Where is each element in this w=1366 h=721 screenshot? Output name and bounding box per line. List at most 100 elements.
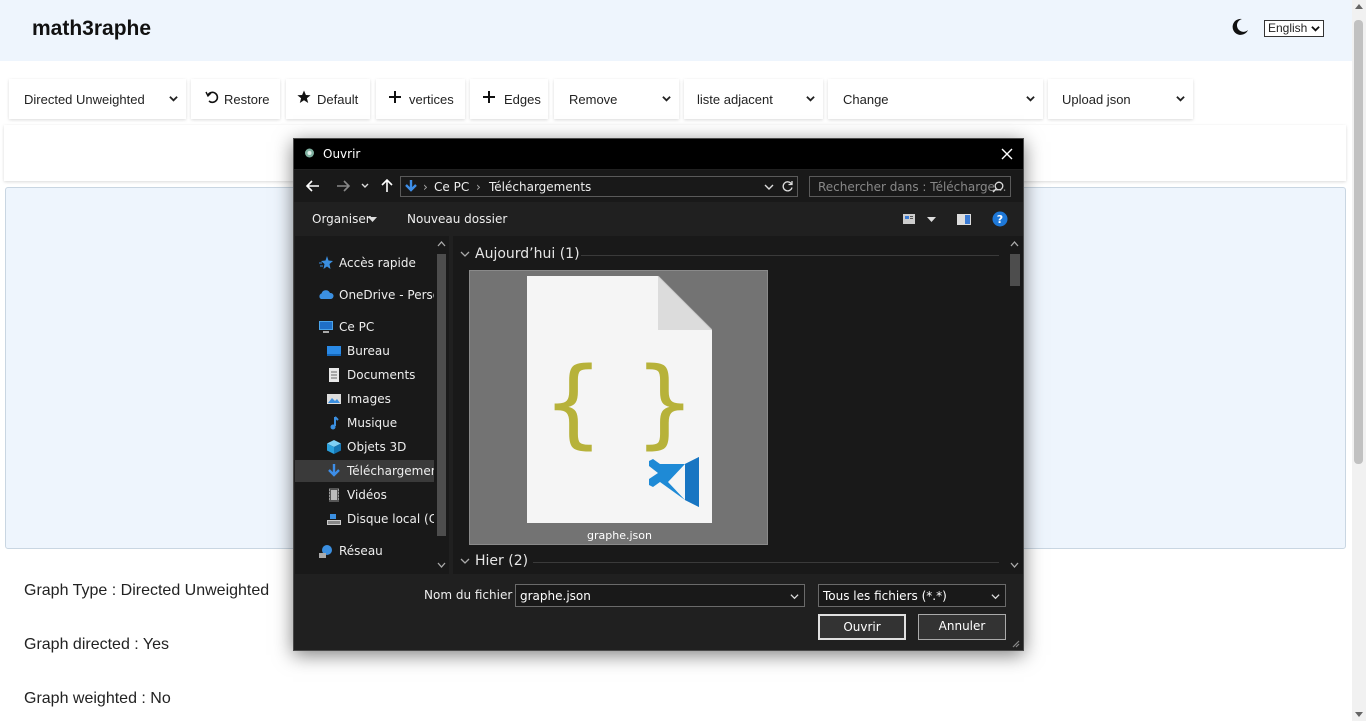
navigation-pane-scrollbar-thumb[interactable] (437, 254, 446, 536)
restore-label: Restore (224, 92, 270, 107)
page-scrollbar[interactable] (1352, 0, 1366, 721)
scroll-up-arrow-icon[interactable] (437, 240, 446, 247)
add-edges-button[interactable]: Edges (470, 79, 548, 119)
close-icon[interactable] (999, 146, 1015, 162)
nav-item-label: Ce PC (339, 320, 375, 334)
adjacency-label: liste adjacent (697, 92, 773, 107)
chevron-down-icon (169, 96, 178, 102)
forward-arrow-icon[interactable] (335, 179, 351, 193)
group-header-yesterday[interactable]: Hier (2) (475, 553, 528, 569)
view-options-icon[interactable] (902, 213, 916, 225)
graph-weighted-info: Graph weighted : No (24, 690, 171, 707)
back-arrow-icon[interactable] (305, 179, 321, 193)
chevron-down-icon (662, 96, 671, 102)
new-folder-button[interactable]: Nouveau dossier (407, 212, 507, 226)
file-list-scrollbar[interactable] (1006, 236, 1023, 574)
plus-icon (483, 91, 495, 103)
chevron-down-icon (1026, 96, 1035, 102)
chevron-down-icon (1176, 96, 1185, 102)
refresh-icon[interactable] (781, 180, 794, 193)
change-select[interactable]: Change (828, 79, 1043, 119)
search-icon (992, 181, 1004, 193)
search-placeholder: Rechercher dans : Télécharge... (818, 180, 1007, 194)
help-icon[interactable]: ? (992, 211, 1008, 227)
vertices-label: vertices (409, 92, 454, 107)
address-bar[interactable]: › Ce PC › Téléchargements (400, 176, 798, 197)
filename-label: Nom du fichier : (424, 588, 521, 602)
nav-item-label: Documents (347, 368, 416, 382)
desktop-icon (327, 346, 341, 356)
computer-icon (319, 321, 333, 333)
collapse-chevron-icon[interactable] (460, 557, 470, 565)
cube-icon (327, 440, 341, 454)
scroll-down-arrow-icon[interactable] (1355, 712, 1363, 717)
nav-item-downloads[interactable]: Téléchargements (295, 460, 434, 482)
add-vertices-button[interactable]: vertices (376, 79, 465, 119)
group-divider (533, 562, 999, 563)
caret-down-icon[interactable] (927, 217, 936, 223)
plus-icon (389, 91, 401, 103)
file-tile[interactable]: { } graphe.json (469, 270, 768, 545)
breadcrumb-separator: › (423, 180, 428, 194)
undo-icon (205, 91, 219, 104)
open-button[interactable]: Ouvrir (818, 614, 906, 640)
video-icon (329, 488, 339, 502)
search-input[interactable]: Rechercher dans : Télécharge... (809, 176, 1011, 197)
adjacency-select[interactable]: liste adjacent (684, 79, 823, 119)
chevron-down-icon[interactable] (764, 183, 774, 191)
language-select[interactable]: English (1264, 20, 1324, 37)
cancel-button[interactable]: Annuler (918, 614, 1006, 640)
scroll-up-arrow-icon[interactable] (1010, 240, 1019, 247)
filename-input-value: graphe.json (520, 589, 591, 603)
group-divider (581, 255, 999, 256)
app-icon (305, 148, 314, 158)
nav-item-label: Vidéos (347, 488, 387, 502)
nav-item-label: OneDrive - Person (339, 288, 448, 302)
scroll-up-arrow-icon[interactable] (1355, 4, 1363, 9)
chevron-down-icon (1311, 26, 1320, 32)
default-button[interactable]: Default (286, 79, 370, 119)
chevron-down-icon (991, 594, 1000, 600)
chevron-down-icon[interactable] (790, 592, 799, 601)
recent-locations-chevron-icon[interactable] (360, 179, 370, 193)
up-arrow-icon[interactable] (379, 179, 395, 193)
app-header: math3raphe English (0, 0, 1352, 61)
scroll-down-arrow-icon[interactable] (437, 562, 446, 569)
svg-text:{ }: { } (543, 347, 696, 459)
restore-button[interactable]: Restore (191, 79, 280, 119)
file-list-scrollbar-thumb[interactable] (1010, 254, 1020, 286)
breadcrumb-ce-pc[interactable]: Ce PC (434, 180, 469, 194)
remove-label: Remove (569, 92, 618, 107)
navigation-pane-scrollbar[interactable] (434, 236, 449, 574)
resize-grip-icon[interactable] (1011, 639, 1020, 648)
nav-item-label: Réseau (339, 544, 383, 558)
file-name: graphe.json (587, 529, 652, 542)
navigation-pane: Accès rapide OneDrive - Person Ce PC Bur… (295, 236, 449, 574)
scroll-down-arrow-icon[interactable] (1010, 562, 1019, 569)
preview-pane-icon[interactable] (956, 213, 972, 226)
dialog-footer: Nom du fichier : graphe.json Tous les fi… (294, 575, 1023, 650)
group-header-today[interactable]: Aujourd’hui (1) (475, 246, 580, 262)
nav-item-label: Objets 3D (347, 440, 407, 454)
graph-type-select[interactable]: Directed Unweighted (9, 79, 186, 119)
document-icon (329, 368, 339, 382)
download-icon (328, 464, 340, 477)
music-icon (330, 416, 339, 430)
disk-icon (327, 514, 341, 525)
chevron-down-icon (806, 96, 815, 102)
dialog-titlebar: Ouvrir (294, 139, 1023, 169)
nav-item-label: Musique (347, 416, 398, 430)
caret-down-icon (368, 217, 377, 222)
page-scrollbar-thumb[interactable] (1354, 20, 1363, 464)
cloud-icon (319, 290, 334, 299)
dark-mode-moon-icon[interactable] (1231, 18, 1249, 36)
breadcrumb-downloads[interactable]: Téléchargements (489, 180, 591, 194)
file-type-value: Tous les fichiers (*.*) (823, 589, 947, 603)
filename-input[interactable]: graphe.json (515, 584, 805, 607)
open-file-dialog: Ouvrir › Ce PC › Téléchargements Recherc… (293, 138, 1024, 651)
organize-button[interactable]: Organiser (312, 212, 371, 226)
file-type-select[interactable]: Tous les fichiers (*.*) (818, 584, 1006, 607)
collapse-chevron-icon[interactable] (460, 250, 470, 258)
upload-json-select[interactable]: Upload json (1048, 79, 1193, 119)
remove-select[interactable]: Remove (554, 79, 679, 119)
